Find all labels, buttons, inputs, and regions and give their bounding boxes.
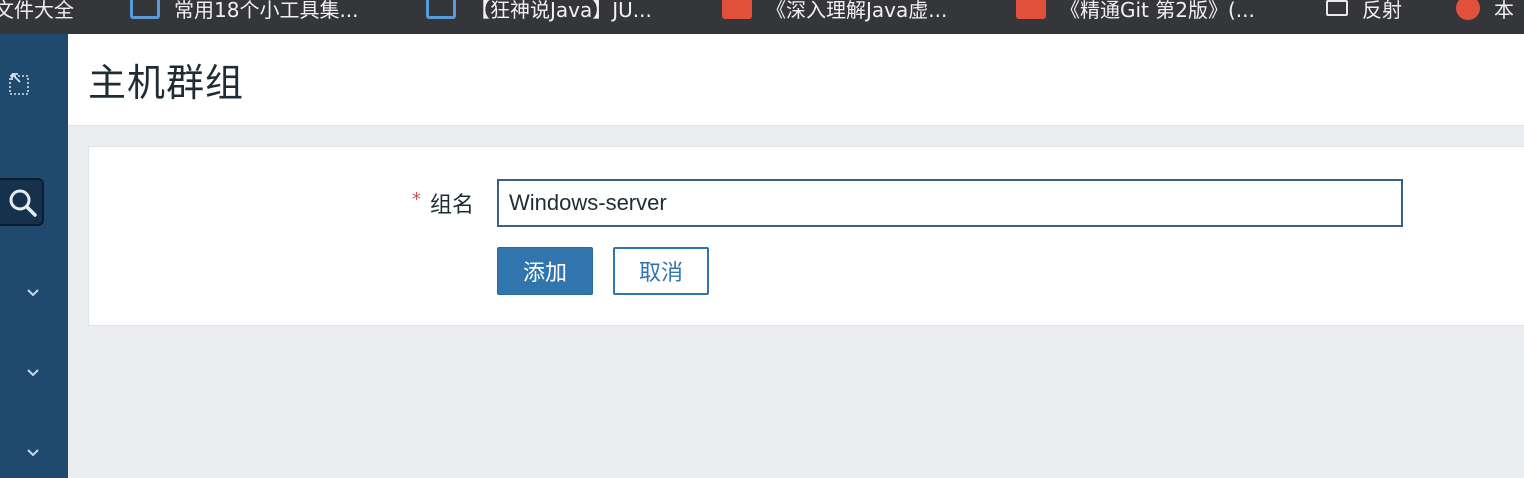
bookmark-page-icon (130, 0, 160, 19)
bookmark-label: 反射 (1362, 0, 1402, 22)
search-icon (9, 189, 37, 217)
chevron-down-icon[interactable] (23, 362, 43, 382)
bookmark-label: 文件大全 (0, 0, 74, 22)
bookmark-label: 《精通Git 第2版》(... (1060, 0, 1255, 22)
bookmark-item[interactable]: 常用18个小工具集... (130, 0, 359, 22)
required-indicator: * (412, 189, 421, 210)
bookmark-edit-icon (1326, 0, 1348, 16)
bookmark-label: 常用18个小工具集... (174, 0, 359, 22)
bookmark-item[interactable]: 《深入理解Java虚... (722, 0, 947, 22)
bookmark-item[interactable]: 文件大全 (0, 0, 74, 22)
collapse-icon[interactable] (8, 70, 34, 96)
bookmark-item[interactable]: 反射 (1326, 0, 1402, 22)
bookmark-label: 《深入理解Java虚... (766, 0, 948, 22)
page-title: 主机群组 (88, 61, 245, 105)
group-name-input[interactable] (497, 179, 1403, 227)
page-header: 主机群组 (68, 34, 1524, 126)
add-button[interactable]: 添加 (497, 247, 593, 295)
search-button[interactable] (0, 178, 44, 226)
chevron-down-icon[interactable] (23, 282, 43, 302)
bookmark-page-icon (426, 0, 456, 19)
bookmark-item[interactable]: 本 (1456, 0, 1514, 22)
bookmark-label: 本 (1494, 0, 1514, 22)
bookmark-label: 【狂神说Java】JU... (470, 0, 652, 22)
chevron-down-icon[interactable] (23, 442, 43, 462)
bookmark-heart-icon (1456, 0, 1480, 20)
group-name-label: 组名 (430, 193, 475, 218)
bookmark-red-icon (722, 0, 752, 19)
cancel-button[interactable]: 取消 (613, 247, 709, 295)
sidebar (0, 34, 68, 478)
bookmark-red-icon (1016, 0, 1046, 19)
bookmark-item[interactable]: 《精通Git 第2版》(... (1016, 0, 1255, 22)
host-group-form: * 组名 添加 取消 (88, 146, 1524, 326)
bookmarks-bar: 文件大全 常用18个小工具集... 【狂神说Java】JU... 《深入理解Ja… (0, 0, 1524, 34)
bookmark-item[interactable]: 【狂神说Java】JU... (426, 0, 652, 22)
